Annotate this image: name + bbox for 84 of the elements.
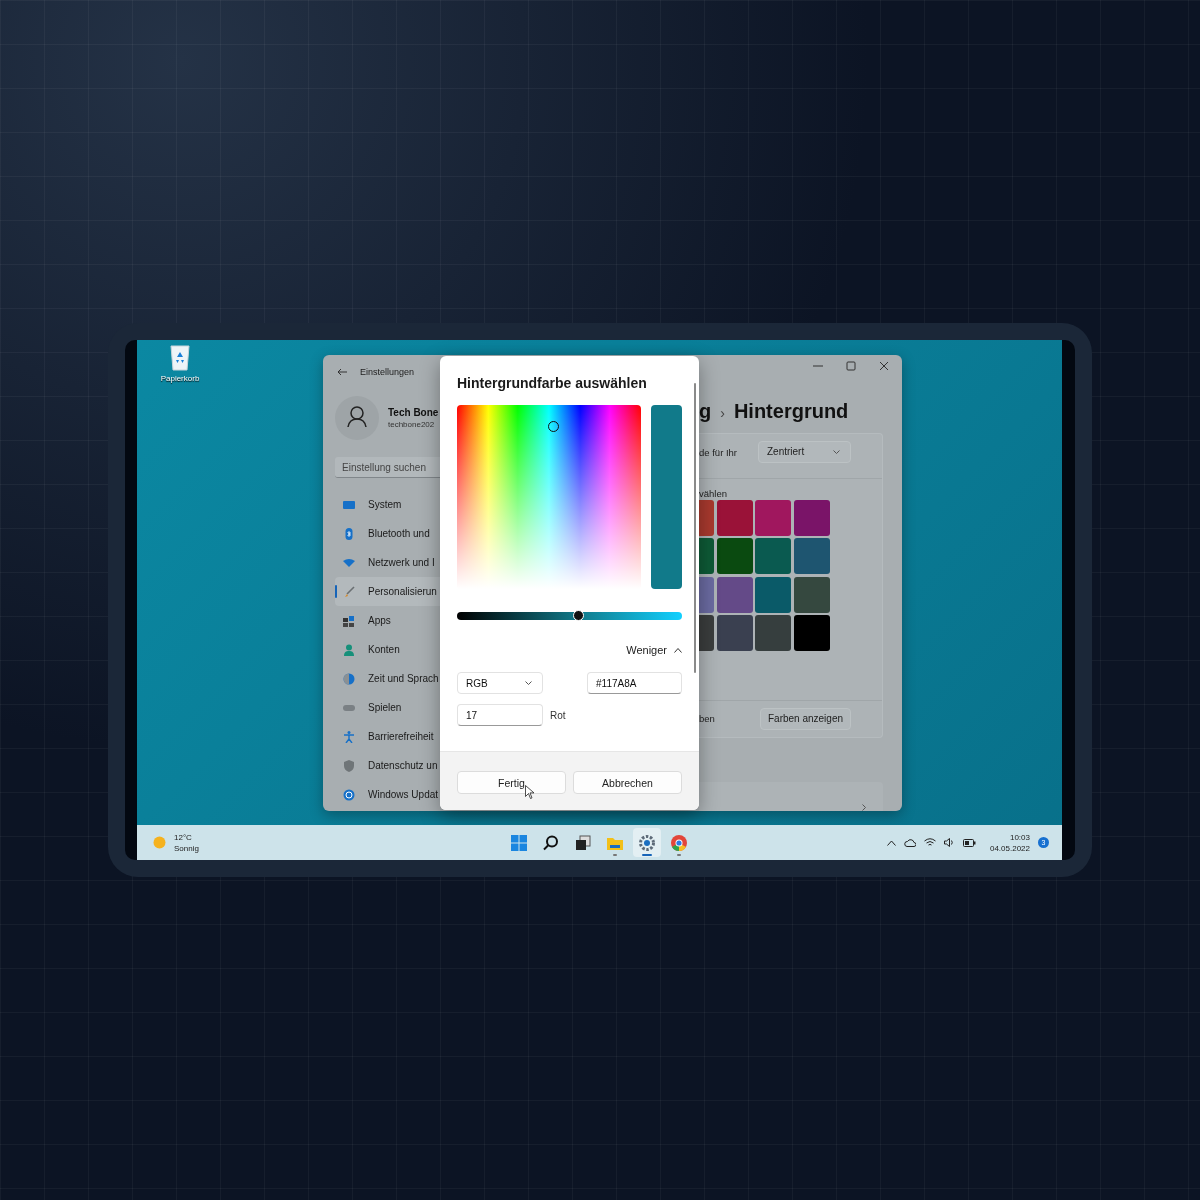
apps-icon <box>343 614 355 627</box>
color-swatch[interactable] <box>699 538 714 575</box>
dialog-title: Hintergrundfarbe auswählen <box>457 375 648 391</box>
fit-dropdown[interactable]: Zentriert <box>758 440 851 463</box>
user-email: techbone202 <box>388 420 436 429</box>
setting-label: de für Ihr <box>699 446 738 458</box>
color-swatch[interactable] <box>755 499 791 536</box>
bluetooth-icon <box>343 527 355 540</box>
dialog-button[interactable]: Abbrechen <box>573 771 682 794</box>
color-swatch[interactable] <box>793 499 830 536</box>
section-label: vählen <box>699 487 728 499</box>
task-view-icon <box>574 833 592 852</box>
setting-label: ben <box>699 713 715 724</box>
channel-field[interactable]: 17 <box>457 704 543 726</box>
color-swatch[interactable] <box>755 576 791 613</box>
nav-item[interactable]: Apps <box>335 606 440 635</box>
field-label: Rot <box>550 709 566 721</box>
browser-icon <box>670 833 688 852</box>
color-spectrum[interactable] <box>457 405 641 589</box>
update-icon <box>343 788 355 801</box>
back-arrow-icon[interactable] <box>337 368 347 376</box>
chevron-down-icon <box>525 681 532 685</box>
monitor-icon <box>343 498 355 511</box>
nav-item[interactable]: Zeit und Sprach <box>335 664 440 693</box>
shield-icon <box>343 759 355 772</box>
nav-item[interactable]: Konten <box>335 635 440 664</box>
nav-item[interactable]: Personalisierun <box>335 577 440 606</box>
color-swatch[interactable] <box>699 576 714 613</box>
person-icon <box>343 643 355 656</box>
globe-icon <box>343 672 355 685</box>
nav-item[interactable]: Datenschutz un <box>335 751 440 780</box>
show-colors-button[interactable]: Farben anzeigen <box>760 707 851 730</box>
breadcrumb-item[interactable]: g <box>699 399 712 423</box>
wifi-icon <box>343 556 355 569</box>
windows-logo-icon <box>510 833 528 852</box>
close-icon[interactable] <box>879 361 889 371</box>
color-swatch[interactable] <box>716 538 753 575</box>
color-swatch[interactable] <box>699 499 714 536</box>
mode-dropdown[interactable]: RGB <box>457 672 543 694</box>
color-swatch[interactable] <box>716 615 753 652</box>
color-swatch[interactable] <box>699 615 714 652</box>
hex-field[interactable]: #117A8A <box>587 672 682 694</box>
weather-widget[interactable]: 12°C Sonnig <box>153 831 453 854</box>
nav-item[interactable]: Spielen <box>335 693 440 722</box>
speaker-icon[interactable] <box>943 838 955 847</box>
dialog-button[interactable]: Fertig <box>457 771 566 794</box>
nav-item[interactable]: Barrierefreiheit <box>335 722 440 751</box>
desktop-icon[interactable]: Papierkorb <box>155 343 205 383</box>
nav-item[interactable]: Bluetooth und <box>335 519 440 548</box>
nav-item[interactable]: Netzwerk und I <box>335 548 440 577</box>
chevron-down-icon <box>833 449 840 454</box>
chevron-icon <box>674 647 682 653</box>
maximize-icon[interactable] <box>846 361 856 371</box>
page-title: Hintergrund <box>733 399 849 423</box>
nav-item[interactable]: System <box>335 490 440 519</box>
battery-icon[interactable] <box>962 838 976 847</box>
settings-app-button[interactable] <box>633 828 661 857</box>
gear-icon <box>638 833 656 852</box>
clock[interactable]: 10:03 04.05.2022 <box>989 831 1030 854</box>
brightness-slider[interactable] <box>457 612 682 620</box>
avatar-icon <box>335 396 379 440</box>
color-swatch[interactable] <box>716 499 753 536</box>
less-toggle[interactable]: Weniger <box>626 644 682 656</box>
cloud-icon[interactable] <box>903 838 916 847</box>
chevron-up-icon[interactable] <box>886 839 896 846</box>
breadcrumb-separator: › <box>720 404 725 421</box>
color-swatch[interactable] <box>716 576 753 613</box>
color-swatch[interactable] <box>793 538 830 575</box>
nav-item[interactable]: Windows Updat <box>335 780 440 809</box>
chevron-right-icon[interactable] <box>862 804 867 811</box>
recycle-bin-icon <box>168 343 192 371</box>
search-icon <box>542 833 560 852</box>
window-title: Einstellungen <box>360 367 415 377</box>
user-name: Tech Bone <box>388 407 439 418</box>
brush-icon <box>343 585 355 598</box>
search-field[interactable]: Einstellung suchen <box>335 457 440 478</box>
color-swatch[interactable] <box>755 538 791 575</box>
color-swatch[interactable] <box>755 615 791 652</box>
sun-icon <box>153 836 166 849</box>
cursor-icon <box>525 785 534 799</box>
color-swatch[interactable] <box>793 576 830 613</box>
color-swatch[interactable] <box>793 615 830 652</box>
wifi-icon[interactable] <box>923 838 936 847</box>
accessibility-icon <box>343 730 355 743</box>
